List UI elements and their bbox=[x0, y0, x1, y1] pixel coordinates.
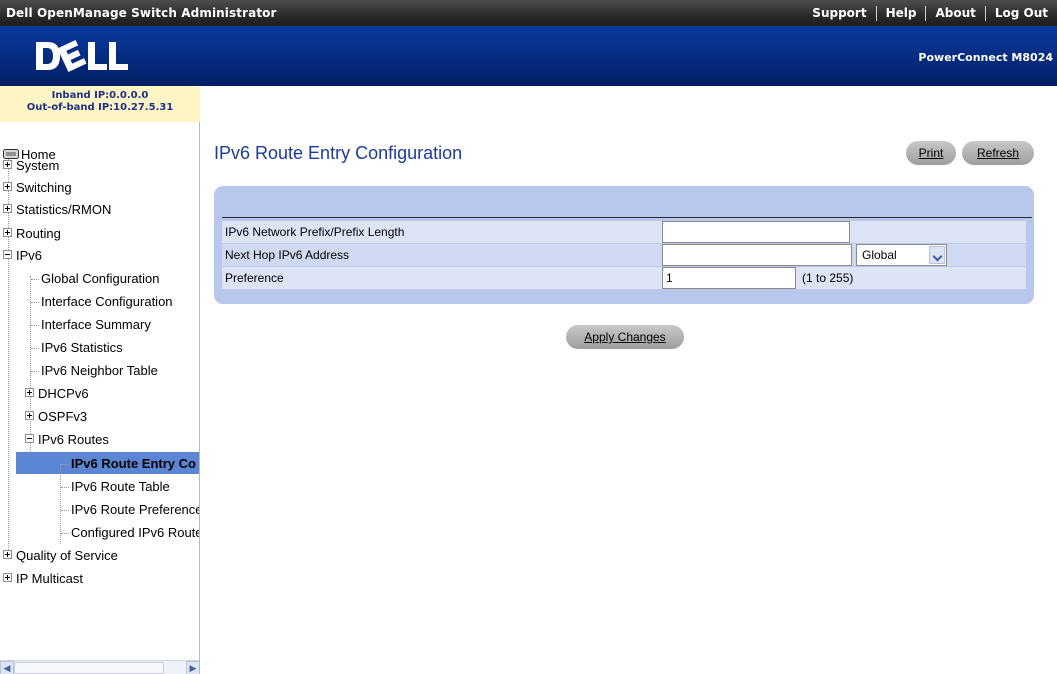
sidebar-item-ipv6-statistics[interactable]: IPv6 Statistics bbox=[41, 337, 123, 359]
preference-row: Preference (1 to 255) bbox=[222, 267, 1026, 289]
collapse-icon[interactable] bbox=[3, 250, 12, 260]
expand-icon[interactable] bbox=[3, 550, 12, 560]
outofband-ip: Out-of-band IP:10.27.5.31 bbox=[26, 102, 174, 113]
collapse-icon[interactable] bbox=[25, 434, 34, 444]
sidebar-item-ospfv3[interactable]: OSPFv3 bbox=[25, 406, 87, 428]
prefix-input[interactable] bbox=[662, 221, 850, 243]
sidebar-item-global-configuration[interactable]: Global Configuration bbox=[41, 268, 160, 290]
sidebar-item-configured-ipv6-routes[interactable]: Configured IPv6 Route bbox=[71, 522, 199, 544]
expand-icon[interactable] bbox=[25, 411, 34, 421]
tree-line bbox=[60, 464, 61, 544]
support-link[interactable]: Support bbox=[803, 6, 875, 21]
sidebar-item-quality-of-service[interactable]: Quality of Service bbox=[3, 545, 118, 567]
dell-logo bbox=[36, 39, 128, 73]
page-title: IPv6 Route Entry Configuration bbox=[214, 143, 463, 163]
next-hop-label: Next Hop IPv6 Address bbox=[225, 248, 350, 262]
sidebar-horizontal-scrollbar[interactable]: ◀ ▶ bbox=[0, 660, 199, 674]
preference-label: Preference bbox=[225, 271, 284, 285]
top-links: Support Help About Log Out bbox=[803, 0, 1057, 26]
about-link[interactable]: About bbox=[925, 5, 984, 21]
sidebar-item-ipv6-neighbor-table[interactable]: IPv6 Neighbor Table bbox=[41, 360, 158, 382]
expand-icon[interactable] bbox=[25, 388, 34, 398]
expand-icon[interactable] bbox=[3, 573, 12, 583]
sidebar-item-ipv6[interactable]: IPv6 bbox=[3, 245, 42, 267]
logout-link[interactable]: Log Out bbox=[984, 5, 1057, 21]
sidebar-item-ipv6-route-preference[interactable]: IPv6 Route Preference bbox=[71, 499, 199, 521]
sidebar-item-ip-multicast[interactable]: IP Multicast bbox=[3, 568, 83, 590]
app-title: Dell OpenManage Switch Administrator bbox=[6, 6, 277, 20]
sidebar-item-ipv6-route-entry[interactable]: IPv6 Route Entry Co bbox=[71, 453, 196, 475]
address-scope-select[interactable]: Global bbox=[856, 244, 947, 266]
sidebar-item-interface-summary[interactable]: Interface Summary bbox=[41, 314, 151, 336]
product-name: PowerConnect M8024 bbox=[918, 51, 1053, 64]
sidebar-item-statistics[interactable]: Statistics/RMON bbox=[3, 199, 111, 221]
scroll-left-icon[interactable]: ◀ bbox=[0, 661, 14, 674]
sidebar-item-switching[interactable]: Switching bbox=[3, 177, 72, 199]
expand-icon[interactable] bbox=[3, 160, 12, 170]
sidebar-item-ipv6-route-table[interactable]: IPv6 Route Table bbox=[71, 476, 170, 498]
sidebar-item-dhcpv6[interactable]: DHCPv6 bbox=[25, 383, 89, 405]
preference-input[interactable] bbox=[662, 267, 796, 289]
sidebar-item-system[interactable]: System bbox=[3, 144, 59, 173]
print-button[interactable]: Print bbox=[906, 141, 956, 165]
preference-range-hint: (1 to 255) bbox=[802, 271, 854, 285]
address-scope-value: Global bbox=[862, 248, 897, 262]
expand-icon[interactable] bbox=[3, 228, 12, 238]
sidebar-item-routing[interactable]: Routing bbox=[3, 223, 61, 245]
sidebar-item-interface-configuration[interactable]: Interface Configuration bbox=[41, 291, 173, 313]
expand-icon[interactable] bbox=[3, 204, 12, 214]
top-bar: Dell OpenManage Switch Administrator Sup… bbox=[0, 0, 1057, 26]
chevron-down-icon[interactable] bbox=[929, 246, 945, 264]
ip-info-box: Inband IP:0.0.0.0 Out-of-band IP:10.27.5… bbox=[0, 86, 200, 122]
next-hop-row: Next Hop IPv6 Address Global bbox=[222, 244, 1026, 266]
banner: PowerConnect M8024 bbox=[0, 26, 1057, 86]
sidebar-nav: Home System Switching Statistics/RMON Ro… bbox=[0, 122, 200, 674]
inband-ip: Inband IP:0.0.0.0 bbox=[51, 90, 149, 101]
prefix-row: IPv6 Network Prefix/Prefix Length bbox=[222, 221, 1026, 243]
route-entry-form: IPv6 Network Prefix/Prefix Length Next H… bbox=[214, 186, 1034, 304]
form-divider bbox=[222, 217, 1032, 218]
sidebar-item-ipv6-routes[interactable]: IPv6 Routes bbox=[25, 429, 109, 451]
apply-changes-button[interactable]: Apply Changes bbox=[566, 325, 684, 349]
help-link[interactable]: Help bbox=[875, 5, 926, 21]
next-hop-input[interactable] bbox=[662, 244, 852, 266]
refresh-button[interactable]: Refresh bbox=[962, 141, 1034, 165]
scroll-right-icon[interactable]: ▶ bbox=[186, 661, 199, 674]
expand-icon[interactable] bbox=[3, 182, 12, 192]
prefix-label: IPv6 Network Prefix/Prefix Length bbox=[225, 225, 405, 239]
scroll-thumb[interactable] bbox=[14, 662, 164, 674]
